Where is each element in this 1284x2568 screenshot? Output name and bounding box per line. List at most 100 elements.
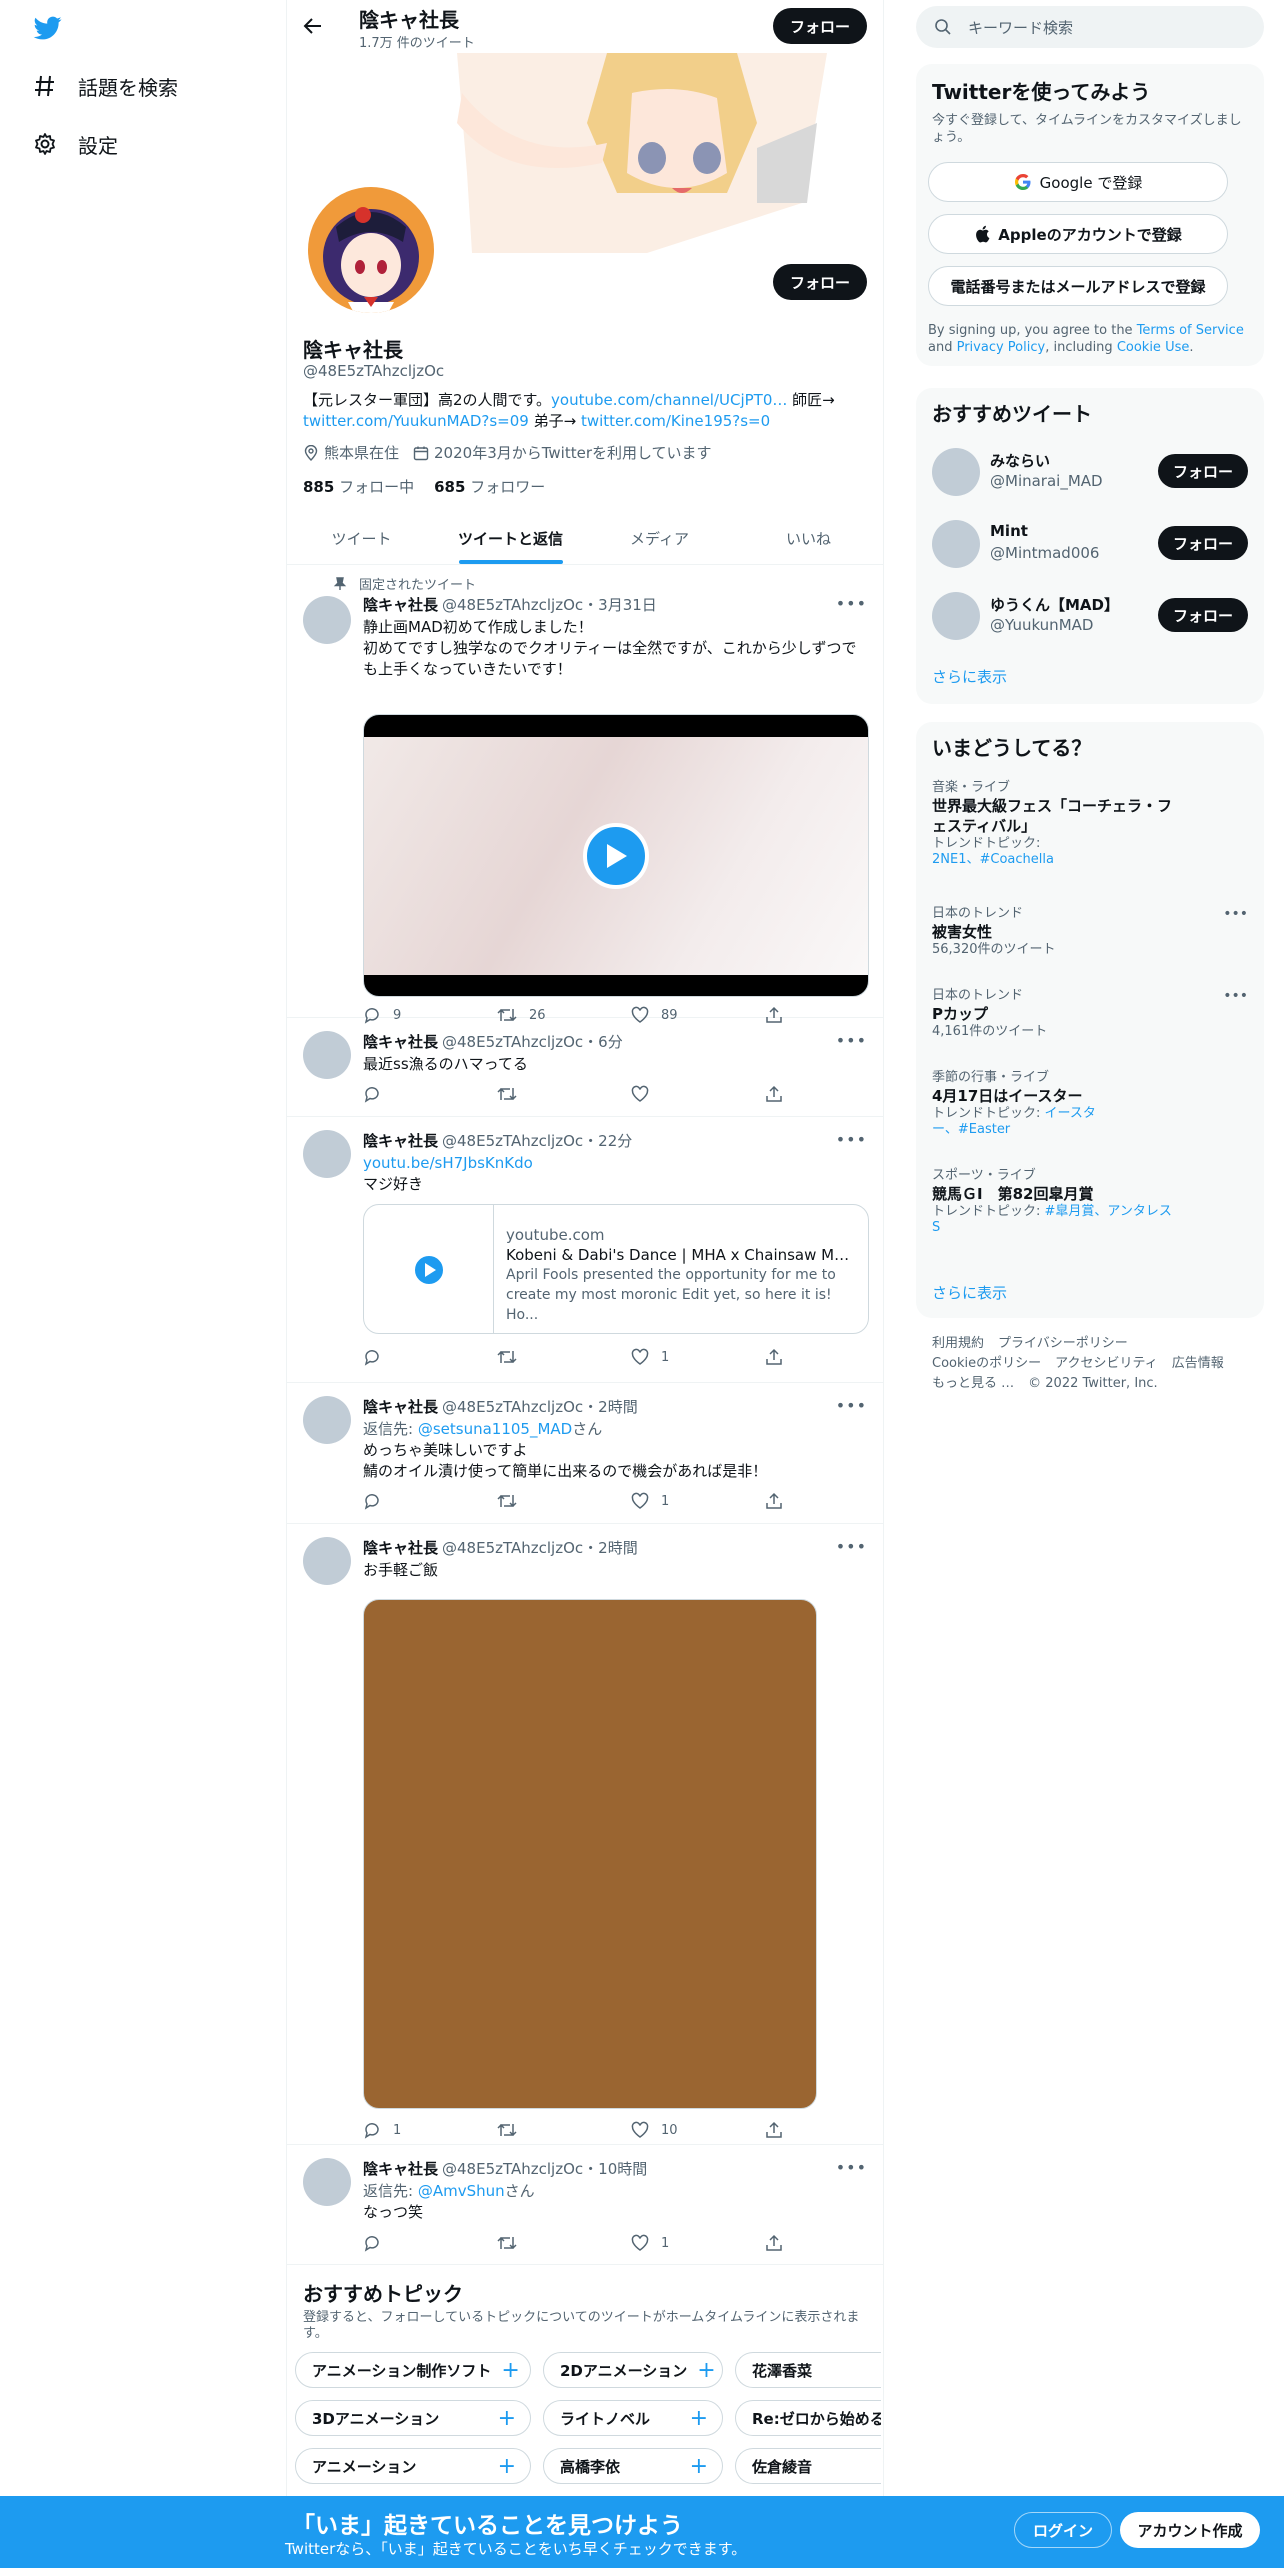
retweet-button[interactable] [497, 1085, 597, 1103]
like-button[interactable] [631, 1085, 731, 1103]
tab-media[interactable]: メディア [585, 512, 734, 564]
bio-link-master[interactable]: twitter.com/YuukunMAD?s=09 [303, 412, 529, 430]
trend-sub-links[interactable]: 2NE1、#Coachella [932, 852, 1054, 867]
signup-button[interactable]: アカウント作成 [1120, 2512, 1260, 2548]
trend-item[interactable]: スポーツ・ライブ 競馬ＧⅠ 第82回皐月賞 トレンドトピック: #皐月賞、アンタ… [932, 1168, 1248, 1236]
topic-chip[interactable]: 高橋李依 + [543, 2448, 723, 2484]
trend-item[interactable]: 日本のトレンド ••• 被害女性 56,320件のツイート [932, 906, 1248, 958]
show-more-link[interactable]: さらに表示 [932, 666, 1007, 687]
header-follow-button[interactable]: フォロー [773, 8, 867, 44]
show-more-link[interactable]: さらに表示 [932, 1282, 1007, 1303]
nav-explore[interactable]: 話題を検索 [32, 66, 178, 106]
back-arrow-icon[interactable] [301, 14, 325, 38]
avatar[interactable] [303, 2158, 351, 2206]
privacy-policy-link[interactable]: Privacy Policy [957, 340, 1046, 355]
topic-chip[interactable]: アニメーション制作ソフト + [295, 2352, 531, 2388]
search-box[interactable]: キーワード検索 [916, 6, 1264, 48]
tweet-photo[interactable] [363, 1599, 817, 2109]
retweet-button[interactable] [497, 1492, 597, 1510]
reply-button[interactable] [363, 1492, 463, 1510]
avatar[interactable] [932, 448, 980, 496]
footer-link[interactable]: Cookieのポリシー [932, 1356, 1041, 1371]
footer-link[interactable]: アクセシビリティ [1055, 1356, 1158, 1371]
apple-signup-button[interactable]: Appleのアカウントで登録 [928, 214, 1228, 254]
tab-likes[interactable]: いいね [734, 512, 883, 564]
footer-link[interactable]: 広告情報 [1172, 1356, 1224, 1371]
avatar[interactable] [303, 596, 351, 644]
follow-button[interactable]: フォロー [1158, 454, 1248, 488]
follow-button[interactable]: フォロー [1158, 598, 1248, 632]
link-card[interactable]: youtube.com Kobeni & Dabi's Dance | MHA … [363, 1204, 869, 1334]
reply-to-user[interactable]: @AmvShun [418, 2182, 505, 2200]
share-button[interactable] [765, 1348, 783, 1366]
tweet-link[interactable]: youtu.be/sH7JbsKnKdo [363, 1153, 867, 1174]
play-icon[interactable] [583, 822, 649, 889]
avatar[interactable] [303, 1537, 351, 1585]
tweet-author-name[interactable]: 陰キャ社長 [363, 1396, 438, 1417]
footer-more-link[interactable]: もっと見る … [932, 1376, 1014, 1391]
more-options-icon[interactable]: ••• [836, 1031, 867, 1050]
retweet-button[interactable] [497, 2121, 597, 2139]
following-link[interactable]: 885 フォロー中 [303, 476, 414, 497]
topic-chip[interactable]: 佐倉綾音 [735, 2448, 881, 2484]
tweet-author-name[interactable]: 陰キャ社長 [363, 1130, 438, 1151]
phone-email-signup-button[interactable]: 電話番号またはメールアドレスで登録 [928, 266, 1228, 306]
more-options-icon[interactable]: ••• [836, 1396, 867, 1415]
topic-chip[interactable]: 3Dアニメーション + [295, 2400, 531, 2436]
share-button[interactable] [765, 1085, 783, 1103]
share-button[interactable] [765, 1492, 783, 1510]
suggested-account[interactable]: ゆうくん【MAD】 @YuukunMAD フォロー [916, 580, 1264, 652]
tweet-pinned[interactable]: 固定されたツイート 陰キャ社長 @48E5zTAhzcljzOc・3月31日 •… [287, 566, 883, 1024]
tweet-author-name[interactable]: 陰キャ社長 [363, 2158, 438, 2179]
reply-button[interactable]: 1 [363, 2121, 463, 2139]
tweet-author-name[interactable]: 陰キャ社長 [363, 1537, 438, 1558]
more-options-icon[interactable]: ••• [836, 1537, 867, 1556]
topic-chip[interactable]: ライトノベル + [543, 2400, 723, 2436]
footer-link[interactable]: プライバシーポリシー [998, 1336, 1128, 1351]
like-button[interactable]: 1 [631, 1492, 731, 1510]
avatar[interactable] [932, 592, 980, 640]
bio-link-youtube[interactable]: youtube.com/channel/UCjPT0… [551, 391, 787, 409]
more-options-icon[interactable]: ••• [1223, 906, 1248, 922]
tab-tweets[interactable]: ツイート [287, 512, 436, 564]
trend-item[interactable]: 音楽・ライブ 世界最大級フェス「コーチェラ・フェスティバル」 トレンドトピック:… [932, 780, 1248, 868]
share-button[interactable] [765, 2234, 783, 2252]
profile-follow-button[interactable]: フォロー [773, 264, 867, 300]
topic-chip[interactable]: アニメーション + [295, 2448, 531, 2484]
profile-avatar[interactable] [304, 183, 438, 317]
more-options-icon[interactable]: ••• [836, 594, 867, 613]
share-button[interactable] [765, 2121, 783, 2139]
suggested-account[interactable]: みならい @Minarai_MAD フォロー [916, 436, 1264, 508]
followers-link[interactable]: 685 フォロワー [434, 476, 545, 497]
tweet[interactable]: 陰キャ社長 @48E5zTAhzcljzOc・22分 ••• youtu.be/… [287, 1118, 883, 1383]
tweet[interactable]: 陰キャ社長 @48E5zTAhzcljzOc・2時間 ••• 返信先: @set… [287, 1384, 883, 1524]
twitter-logo-icon[interactable] [32, 14, 64, 42]
suggested-account[interactable]: Mint @Mintmad006 フォロー [916, 508, 1264, 580]
avatar[interactable] [303, 1130, 351, 1178]
cookie-use-link[interactable]: Cookie Use [1117, 340, 1190, 355]
retweet-button[interactable] [497, 2234, 597, 2252]
trend-item[interactable]: 日本のトレンド ••• Pカップ 4,161件のツイート [932, 988, 1248, 1040]
more-options-icon[interactable]: ••• [836, 2158, 867, 2177]
topic-chip[interactable]: Re:ゼロから始める [735, 2400, 881, 2436]
reply-button[interactable] [363, 1348, 463, 1366]
avatar[interactable] [303, 1396, 351, 1444]
avatar[interactable] [303, 1031, 351, 1079]
nav-settings[interactable]: 設定 [32, 124, 118, 164]
more-options-icon[interactable]: ••• [1223, 988, 1248, 1004]
topic-chip[interactable]: 2Dアニメーション + [543, 2352, 723, 2388]
like-button[interactable]: 1 [631, 1348, 731, 1366]
bio-link-disciple[interactable]: twitter.com/Kine195?s=0 [581, 412, 770, 430]
follow-button[interactable]: フォロー [1158, 526, 1248, 560]
footer-link[interactable]: 利用規約 [932, 1336, 984, 1351]
more-options-icon[interactable]: ••• [836, 1130, 867, 1149]
tweet-author-name[interactable]: 陰キャ社長 [363, 594, 438, 615]
tab-tweets-and-replies[interactable]: ツイートと返信 [436, 512, 585, 564]
tweet-video[interactable] [363, 714, 869, 997]
tweet-author-name[interactable]: 陰キャ社長 [363, 1031, 438, 1052]
tweet[interactable]: 陰キャ社長 @48E5zTAhzcljzOc・2時間 ••• お手軽ご飯 1 1… [287, 1525, 883, 2145]
tweet[interactable]: 陰キャ社長 @48E5zTAhzcljzOc・10時間 ••• 返信先: @Am… [287, 2146, 883, 2265]
reply-to-user[interactable]: @setsuna1105_MAD [418, 1420, 572, 1438]
topic-chip[interactable]: 花澤香菜 [735, 2352, 881, 2388]
like-button[interactable]: 10 [631, 2121, 731, 2139]
